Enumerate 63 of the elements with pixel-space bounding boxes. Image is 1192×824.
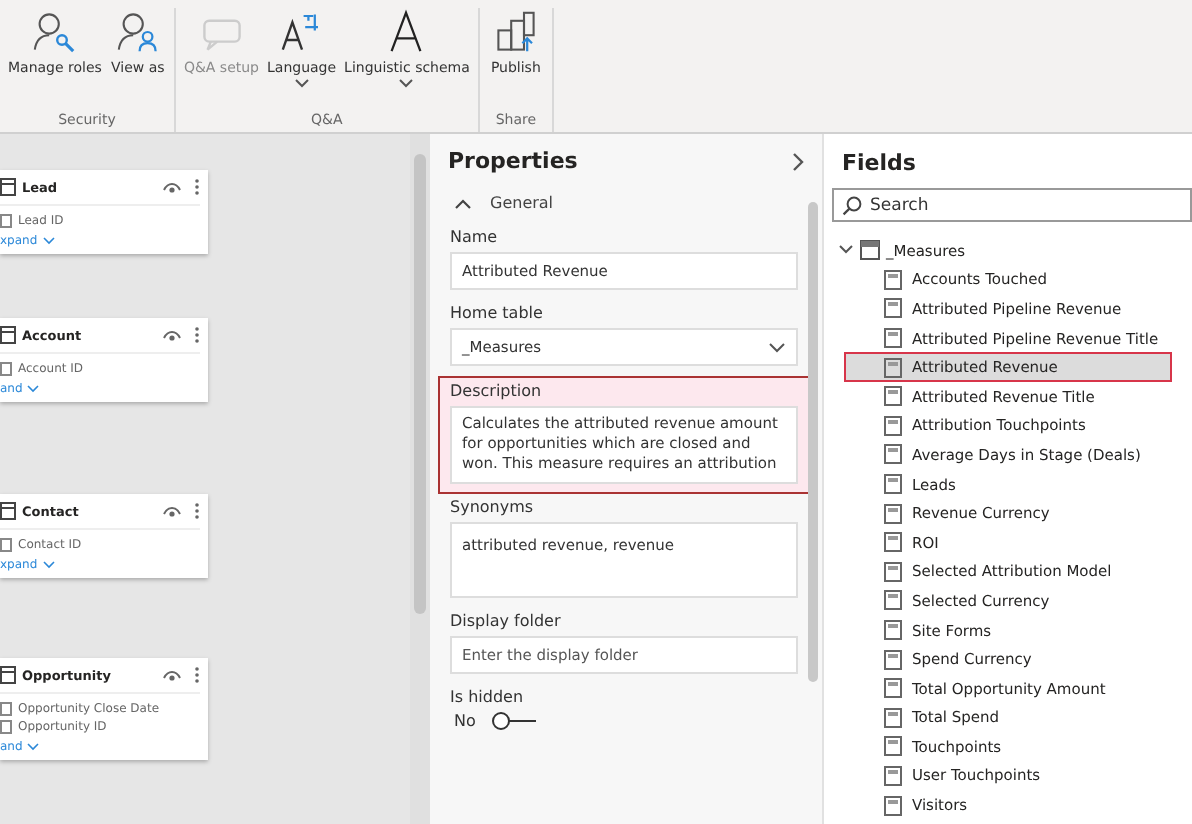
calculator-icon <box>884 444 902 465</box>
toggle-state: No <box>454 712 476 730</box>
calculator-icon <box>884 678 902 699</box>
table-icon <box>0 666 16 684</box>
calculator-icon <box>884 415 902 436</box>
calculator-icon <box>884 328 902 349</box>
section-header[interactable]: General <box>450 182 798 224</box>
calculator-icon <box>884 620 902 641</box>
search-field[interactable]: Search <box>832 188 1192 222</box>
eye-icon <box>162 180 182 194</box>
calculator-icon <box>884 795 902 816</box>
calculator-icon <box>884 707 902 728</box>
calculator-icon <box>884 649 902 670</box>
people-icon <box>113 8 162 56</box>
more-icon <box>194 502 200 520</box>
panel-title: Fields <box>840 148 918 180</box>
field-label: Home table <box>450 304 545 322</box>
calculator-icon <box>884 357 902 378</box>
more-icon <box>194 326 200 344</box>
eye-icon <box>162 504 182 518</box>
chevron-down-icon <box>26 742 41 752</box>
calculator-icon <box>884 269 902 290</box>
chevron-up-icon <box>454 197 472 209</box>
chevron-down-icon <box>41 236 56 246</box>
chevron-down-icon <box>768 341 786 353</box>
search-icon <box>842 196 862 216</box>
field-label: Synonyms <box>450 498 536 516</box>
chevron-down-icon <box>41 560 56 570</box>
field-icon <box>0 214 12 228</box>
chevron-down-icon <box>838 244 854 257</box>
more-icon <box>194 666 200 684</box>
scrollbar-thumb[interactable] <box>808 202 818 682</box>
table-icon <box>0 326 16 344</box>
field-label: Description <box>450 382 544 400</box>
calculator-icon <box>884 532 902 553</box>
field-icon <box>0 538 12 552</box>
chevron-down-icon <box>26 384 41 394</box>
panel-title: Properties <box>448 148 578 174</box>
chevron-down-icon <box>293 78 310 91</box>
chevron-right-icon <box>792 151 806 171</box>
people-search-icon <box>30 8 79 56</box>
calculator-icon <box>884 503 902 524</box>
table-icon <box>0 178 16 196</box>
scrollbar-thumb[interactable] <box>414 154 426 614</box>
eye-icon <box>162 668 182 682</box>
calculator-icon <box>884 765 902 786</box>
field-icon <box>0 362 12 376</box>
field-label: Display folder <box>450 612 563 630</box>
calculator-icon <box>884 386 902 407</box>
calculator-icon <box>884 298 902 319</box>
calculator-icon <box>884 590 902 611</box>
toggle-switch[interactable] <box>491 712 536 730</box>
calculator-icon <box>884 736 902 757</box>
table-icon <box>0 502 16 520</box>
table-icon <box>860 240 880 261</box>
publish-icon <box>491 8 540 56</box>
more-icon <box>194 178 200 196</box>
field-label: Is hidden <box>450 688 526 706</box>
calculator-icon <box>884 561 902 582</box>
field-label: Name <box>450 228 500 246</box>
calculator-icon <box>884 474 902 495</box>
eye-icon <box>162 328 182 342</box>
chevron-down-icon <box>398 78 415 91</box>
